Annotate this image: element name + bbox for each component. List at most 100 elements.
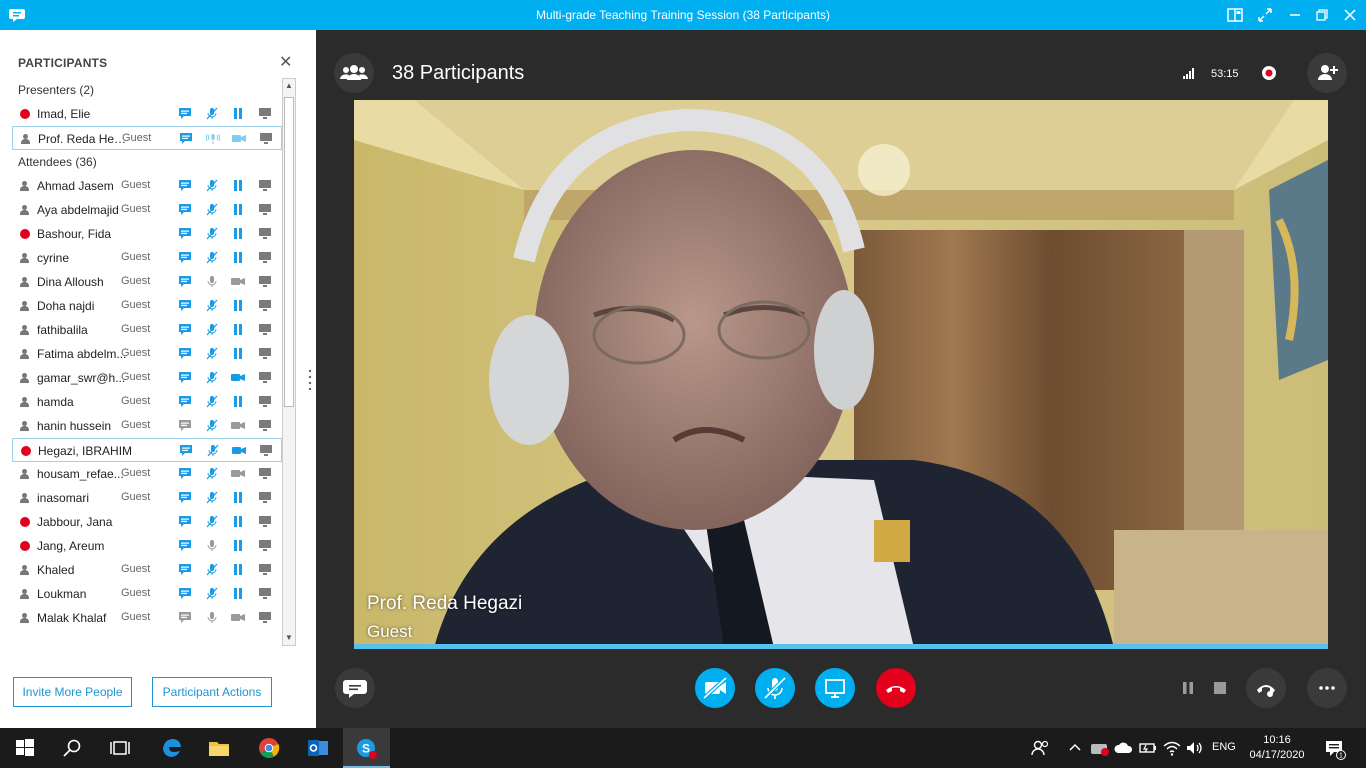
content-share-icon[interactable] xyxy=(258,587,272,600)
participant-actions-button[interactable]: Participant Actions xyxy=(152,677,272,707)
tray-app-icon[interactable] xyxy=(1088,736,1112,760)
video-status-icon[interactable] xyxy=(231,347,245,360)
expand-icon[interactable] xyxy=(1256,6,1274,24)
mic-status-icon[interactable] xyxy=(206,444,220,457)
content-share-icon[interactable] xyxy=(258,467,272,480)
participant-row[interactable]: cyrine Guest xyxy=(12,246,282,270)
content-share-icon[interactable] xyxy=(258,395,272,408)
video-status-icon[interactable] xyxy=(231,275,245,288)
call-controls-button[interactable] xyxy=(1246,668,1286,708)
video-status-icon[interactable] xyxy=(231,467,245,480)
video-toggle-button[interactable] xyxy=(695,668,735,708)
full-screen-icon[interactable] xyxy=(1226,6,1244,24)
wifi-icon[interactable] xyxy=(1160,736,1184,760)
mic-status-icon[interactable] xyxy=(205,467,219,480)
video-status-icon[interactable] xyxy=(231,563,245,576)
video-status-icon[interactable] xyxy=(231,227,245,240)
speaker-video-feed[interactable] xyxy=(354,100,1328,648)
chat-status-icon[interactable] xyxy=(178,587,192,600)
pause-recording-icon[interactable] xyxy=(1181,681,1195,695)
video-status-icon[interactable] xyxy=(231,491,245,504)
video-status-icon[interactable] xyxy=(231,539,245,552)
action-center-icon[interactable]: 1 xyxy=(1322,736,1346,760)
mic-status-icon[interactable] xyxy=(205,299,219,312)
system-clock[interactable]: 10:16 04/17/2020 xyxy=(1247,733,1307,763)
content-share-icon[interactable] xyxy=(258,323,272,336)
participant-row[interactable]: fathibalila Guest xyxy=(12,318,282,342)
video-status-icon[interactable] xyxy=(231,587,245,600)
content-share-icon[interactable] xyxy=(258,563,272,576)
signal-strength-icon[interactable] xyxy=(1182,66,1196,80)
mic-status-icon[interactable] xyxy=(206,132,220,145)
recording-icon[interactable] xyxy=(1261,65,1277,81)
participant-list[interactable]: Presenters (2) Imad, Elie Prof. Reda Heg.… xyxy=(12,78,282,646)
chat-status-icon[interactable] xyxy=(178,515,192,528)
content-share-icon[interactable] xyxy=(258,299,272,312)
mic-status-icon[interactable] xyxy=(205,539,219,552)
skype-taskbar-button[interactable]: S xyxy=(343,728,390,768)
video-status-icon[interactable] xyxy=(231,371,245,384)
battery-icon[interactable] xyxy=(1136,736,1160,760)
participant-row[interactable]: Loukman Guest xyxy=(12,582,282,606)
video-status-icon[interactable] xyxy=(231,107,245,120)
mic-status-icon[interactable] xyxy=(205,515,219,528)
content-share-icon[interactable] xyxy=(258,275,272,288)
chat-status-icon[interactable] xyxy=(178,275,192,288)
edge-browser-icon[interactable] xyxy=(160,736,184,760)
participant-row[interactable]: Aya abdelmajid Guest xyxy=(12,198,282,222)
more-options-button[interactable] xyxy=(1307,668,1347,708)
chat-status-icon[interactable] xyxy=(178,419,192,432)
content-share-icon[interactable] xyxy=(258,371,272,384)
onedrive-icon[interactable] xyxy=(1112,736,1136,760)
content-share-icon[interactable] xyxy=(258,347,272,360)
scroll-down-icon[interactable]: ▼ xyxy=(285,634,293,642)
chat-status-icon[interactable] xyxy=(179,132,193,145)
video-status-icon[interactable] xyxy=(231,251,245,264)
file-explorer-icon[interactable] xyxy=(207,736,231,760)
panel-resize-handle[interactable] xyxy=(307,368,313,390)
video-status-icon[interactable] xyxy=(232,132,246,145)
content-share-icon[interactable] xyxy=(258,179,272,192)
mic-status-icon[interactable] xyxy=(205,275,219,288)
content-share-icon[interactable] xyxy=(259,132,273,145)
chat-status-icon[interactable] xyxy=(178,203,192,216)
chat-status-icon[interactable] xyxy=(178,107,192,120)
presenters-group-label[interactable]: Presenters (2) xyxy=(12,78,282,102)
content-share-icon[interactable] xyxy=(258,251,272,264)
participant-row[interactable]: inasomari Guest xyxy=(12,486,282,510)
content-share-icon[interactable] xyxy=(259,444,273,457)
chat-status-icon[interactable] xyxy=(178,395,192,408)
minimize-icon[interactable] xyxy=(1286,6,1304,24)
mic-status-icon[interactable] xyxy=(205,251,219,264)
outlook-icon[interactable] xyxy=(306,736,330,760)
content-share-icon[interactable] xyxy=(258,539,272,552)
participant-row[interactable]: Prof. Reda Heg... Guest xyxy=(12,126,282,150)
video-status-icon[interactable] xyxy=(231,515,245,528)
mic-status-icon[interactable] xyxy=(205,371,219,384)
chat-status-icon[interactable] xyxy=(179,444,193,457)
content-share-icon[interactable] xyxy=(258,611,272,624)
content-share-icon[interactable] xyxy=(258,491,272,504)
invite-more-people-button[interactable]: Invite More People xyxy=(13,677,132,707)
chat-status-icon[interactable] xyxy=(178,611,192,624)
mute-button[interactable] xyxy=(755,668,795,708)
content-share-icon[interactable] xyxy=(258,419,272,432)
mic-status-icon[interactable] xyxy=(205,203,219,216)
participant-row[interactable]: Malak Khalaf Guest xyxy=(12,606,282,630)
hang-up-button[interactable] xyxy=(876,668,916,708)
participant-row[interactable]: Jabbour, Jana xyxy=(12,510,282,534)
close-panel-icon[interactable]: ✕ xyxy=(279,52,292,72)
participant-row[interactable]: gamar_swr@h... Guest xyxy=(12,366,282,390)
chat-status-icon[interactable] xyxy=(178,467,192,480)
participant-row[interactable]: Ahmad Jasem Guest xyxy=(12,174,282,198)
mic-status-icon[interactable] xyxy=(205,179,219,192)
volume-icon[interactable] xyxy=(1183,736,1207,760)
mic-status-icon[interactable] xyxy=(205,347,219,360)
participant-row[interactable]: Jang, Areum xyxy=(12,534,282,558)
chat-status-icon[interactable] xyxy=(178,491,192,504)
windows-start-icon[interactable] xyxy=(13,736,37,760)
chat-status-icon[interactable] xyxy=(178,227,192,240)
chat-status-icon[interactable] xyxy=(178,251,192,264)
close-window-icon[interactable] xyxy=(1341,6,1359,24)
video-status-icon[interactable] xyxy=(231,179,245,192)
